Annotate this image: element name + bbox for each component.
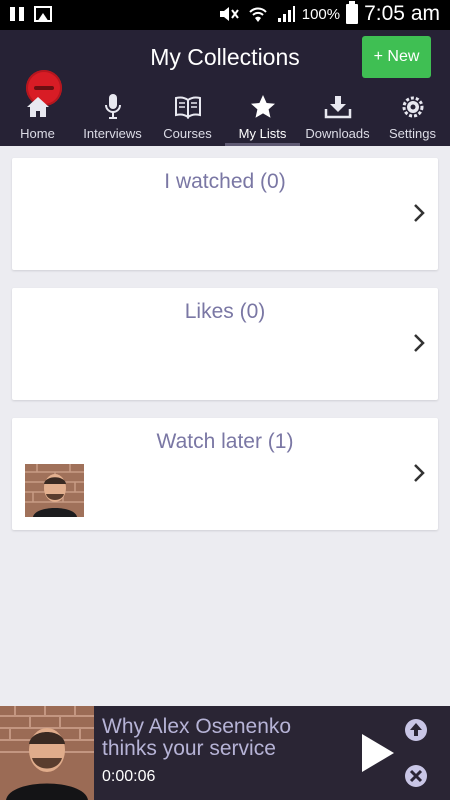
close-icon[interactable] — [404, 764, 428, 788]
tab-label: Courses — [163, 126, 212, 141]
wifi-icon — [249, 7, 267, 22]
mini-player[interactable]: Why Alex Osenenko thinks your service 0:… — [0, 706, 450, 800]
list-title: Watch later (1) — [156, 430, 294, 453]
pause-icon — [10, 7, 24, 21]
tab-label: Home — [20, 126, 55, 141]
player-title: Why Alex Osenenko thinks your service — [102, 715, 292, 760]
chevron-right-icon — [414, 334, 425, 352]
tab-label: Interviews — [83, 126, 142, 141]
book-icon — [150, 92, 225, 122]
tab-settings[interactable]: Settings — [375, 90, 450, 146]
star-icon — [225, 92, 300, 122]
home-icon — [0, 92, 75, 122]
battery-percent: 100% — [301, 5, 341, 23]
signal-icon — [277, 6, 295, 22]
tab-courses[interactable]: Courses — [150, 90, 225, 146]
status-bar: 100% 7:05 am — [0, 0, 450, 30]
gear-icon — [375, 92, 450, 122]
expand-up-icon[interactable] — [404, 718, 428, 742]
tab-label: My Lists — [238, 126, 287, 141]
list-card-likes[interactable]: Likes (0) — [12, 288, 438, 400]
mute-icon — [219, 7, 239, 21]
play-icon[interactable] — [360, 732, 396, 774]
list-card-watch-later[interactable]: Watch later (1) — [12, 418, 438, 530]
tab-bar: Home Interviews Courses My Lists Downloa… — [0, 90, 450, 146]
tab-interviews[interactable]: Interviews — [75, 90, 150, 146]
player-thumbnail — [0, 706, 94, 800]
status-left — [10, 6, 52, 22]
download-icon — [300, 92, 375, 122]
clock: 7:05 am — [364, 2, 440, 25]
chevron-right-icon — [414, 464, 425, 482]
battery-icon — [346, 1, 359, 24]
list-title: Likes (0) — [184, 300, 266, 323]
tab-downloads[interactable]: Downloads — [300, 90, 375, 146]
microphone-icon — [75, 92, 150, 122]
tab-label: Downloads — [305, 126, 370, 141]
tab-my-lists[interactable]: My Lists — [225, 90, 300, 146]
player-time: 0:00:06 — [102, 768, 156, 785]
tab-label: Settings — [389, 126, 436, 141]
status-right: 100% 7:05 am — [218, 1, 440, 26]
list-title: I watched (0) — [164, 170, 286, 193]
new-list-button[interactable]: + New — [362, 36, 431, 78]
video-thumbnail — [25, 464, 84, 517]
tab-home[interactable]: Home — [0, 90, 75, 146]
app-header: My Collections + New Home Interviews Cou… — [0, 30, 450, 146]
chevron-right-icon — [414, 204, 425, 222]
image-icon — [34, 6, 52, 22]
list-card-i-watched[interactable]: I watched (0) — [12, 158, 438, 270]
